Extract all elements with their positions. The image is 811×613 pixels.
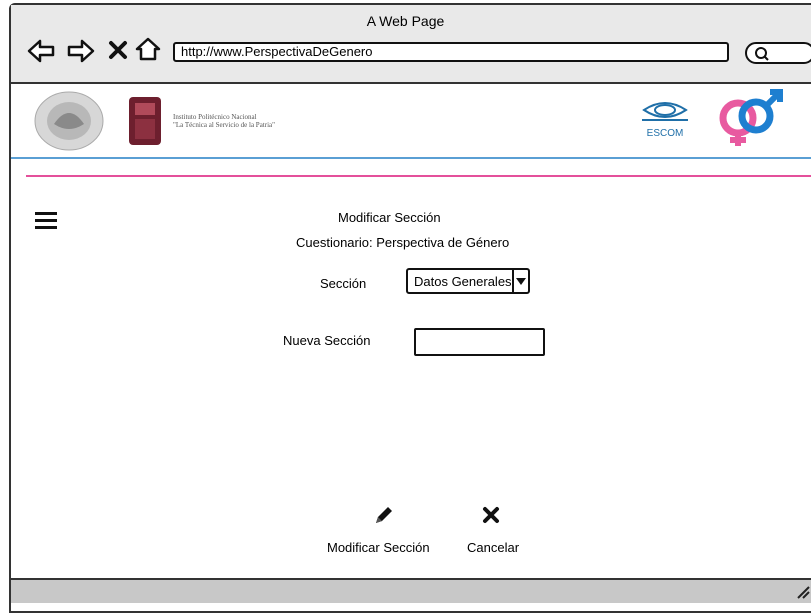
search-icon	[755, 47, 769, 61]
institution-motto: "La Técnica al Servicio de la Patria"	[173, 121, 275, 129]
gender-symbols-logo	[719, 89, 783, 146]
questionnaire-subtitle: Cuestionario: Perspectiva de Género	[296, 235, 510, 250]
select-divider	[512, 270, 514, 292]
mexico-seal-logo	[34, 91, 104, 151]
ipn-logo	[129, 97, 161, 145]
page-title: Modificar Sección	[338, 210, 441, 225]
header-divider-blue	[11, 157, 811, 159]
institution-name: Instituto Politécnico Nacional	[173, 113, 257, 121]
forward-arrow-icon[interactable]	[66, 38, 96, 64]
modify-section-button[interactable]: Modificar Sección	[327, 500, 447, 560]
back-arrow-icon[interactable]	[26, 38, 56, 64]
close-icon	[483, 507, 499, 523]
search-button[interactable]	[745, 42, 811, 64]
cancel-button[interactable]: Cancelar	[466, 500, 536, 560]
resize-handle-icon[interactable]	[796, 585, 810, 599]
escom-logo: ESCOM	[642, 102, 688, 139]
modify-section-label: Modificar Sección	[327, 540, 430, 555]
stop-icon[interactable]	[108, 40, 128, 60]
cancel-label: Cancelar	[467, 540, 520, 555]
new-section-label: Nueva Sección	[283, 333, 371, 348]
hamburger-menu-icon[interactable]	[35, 210, 59, 230]
header-divider-pink	[26, 175, 811, 177]
window-title: A Web Page	[366, 13, 445, 29]
new-section-input[interactable]	[414, 328, 545, 356]
chevron-down-icon	[516, 278, 526, 285]
pencil-icon	[376, 507, 392, 523]
home-icon[interactable]	[135, 37, 161, 61]
section-select[interactable]: Datos Generales	[406, 268, 530, 294]
url-input[interactable]: http://www.PerspectivaDeGenero	[173, 42, 729, 62]
escom-label: ESCOM	[647, 128, 684, 139]
status-bar	[11, 578, 811, 603]
section-label: Sección	[320, 276, 367, 291]
section-select-value: Datos Generales	[414, 274, 512, 289]
institution-text: Instituto Politécnico Nacional "La Técni…	[173, 113, 275, 129]
